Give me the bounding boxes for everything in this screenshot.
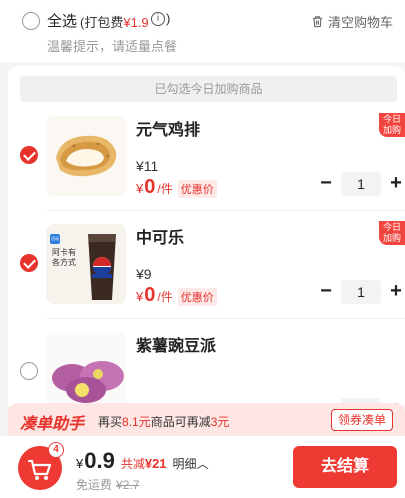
detail-toggle[interactable]: 明细︿ <box>173 455 209 472</box>
tip-text: 温馨提示，请适量点餐 <box>47 39 178 54</box>
checkout-bar: 4 ¥0.9 共减¥21 明细︿ 免运费 ¥2.7 去结算 <box>0 436 405 498</box>
info-icon[interactable]: i <box>151 12 165 26</box>
chevron-up-icon: ︿ <box>196 457 209 471</box>
clear-cart-label: 清空购物车 <box>327 15 393 30</box>
checkout-button[interactable]: 去结算 <box>293 446 397 488</box>
helper-title: 凑单助手 <box>20 416 85 433</box>
item-name[interactable]: 元气鸡排 <box>136 116 200 140</box>
select-all-radio[interactable] <box>22 12 40 30</box>
activity-badge: 活动 <box>51 236 59 241</box>
list-item: 元气鸡排 ¥11 ¥0/件 优惠价 今日 加购 − 1 + <box>8 66 405 198</box>
total-currency: ¥ <box>76 456 84 471</box>
list-item: 紫薯豌豆派 ¥10 − 2 + <box>8 282 405 411</box>
item-name[interactable]: 紫薯豌豆派 <box>136 332 216 356</box>
list-item: 活动 阿卡有各方式 中可乐 ¥9 ¥0/件 优惠价 今日 加购 − 1 + <box>8 174 405 306</box>
item-name[interactable]: 中可乐 <box>136 224 184 248</box>
pack-fee-close: ) <box>166 11 171 26</box>
product-card: 已勾选今日加购商品 元气鸡排 ¥11 ¥0/件优惠价 今日 加购 − 1 + <box>8 66 405 411</box>
item-original-price: ¥11 <box>136 158 159 174</box>
discount-text: 共减¥21 <box>120 456 167 471</box>
item-original-price: ¥9 <box>136 266 152 282</box>
select-all-label[interactable]: 全选 <box>47 10 77 31</box>
today-addon-badge: 今日 加购 <box>379 221 405 245</box>
total-price: ¥0.9 共减¥21 明细︿ <box>76 448 209 474</box>
today-addon-badge: 今日 加购 <box>379 113 405 137</box>
helper-text: 再买8.1元商品可再减3元 <box>98 415 230 429</box>
pack-fee-text: (打包费¥1.9 <box>80 15 149 30</box>
clear-cart-button[interactable]: 清空购物车 <box>311 12 393 31</box>
purple-pie-image[interactable] <box>46 332 126 411</box>
total-value: 0.9 <box>84 448 115 473</box>
pack-fee-amount: ¥1.9 <box>123 15 149 30</box>
get-coupon-button[interactable]: 领券凑单 <box>330 409 393 431</box>
free-shipping-text: 免运费 ¥2.7 <box>76 478 140 492</box>
trash-icon <box>312 16 323 28</box>
item-checkbox[interactable] <box>20 254 38 272</box>
original-shipping-price: ¥2.7 <box>116 478 140 492</box>
item-checkbox[interactable] <box>20 362 38 380</box>
thumb-caption: 阿卡有各方式 <box>52 248 76 267</box>
order-helper-bar: 凑单助手 再买8.1元商品可再减3元 领券凑单 <box>8 403 405 436</box>
select-all-bar: 全选 (打包费¥1.9 i ) 温馨提示，请适量点餐 清空购物车 <box>0 0 405 62</box>
cart-count-badge: 4 <box>48 442 64 458</box>
item-checkbox[interactable] <box>20 146 38 164</box>
